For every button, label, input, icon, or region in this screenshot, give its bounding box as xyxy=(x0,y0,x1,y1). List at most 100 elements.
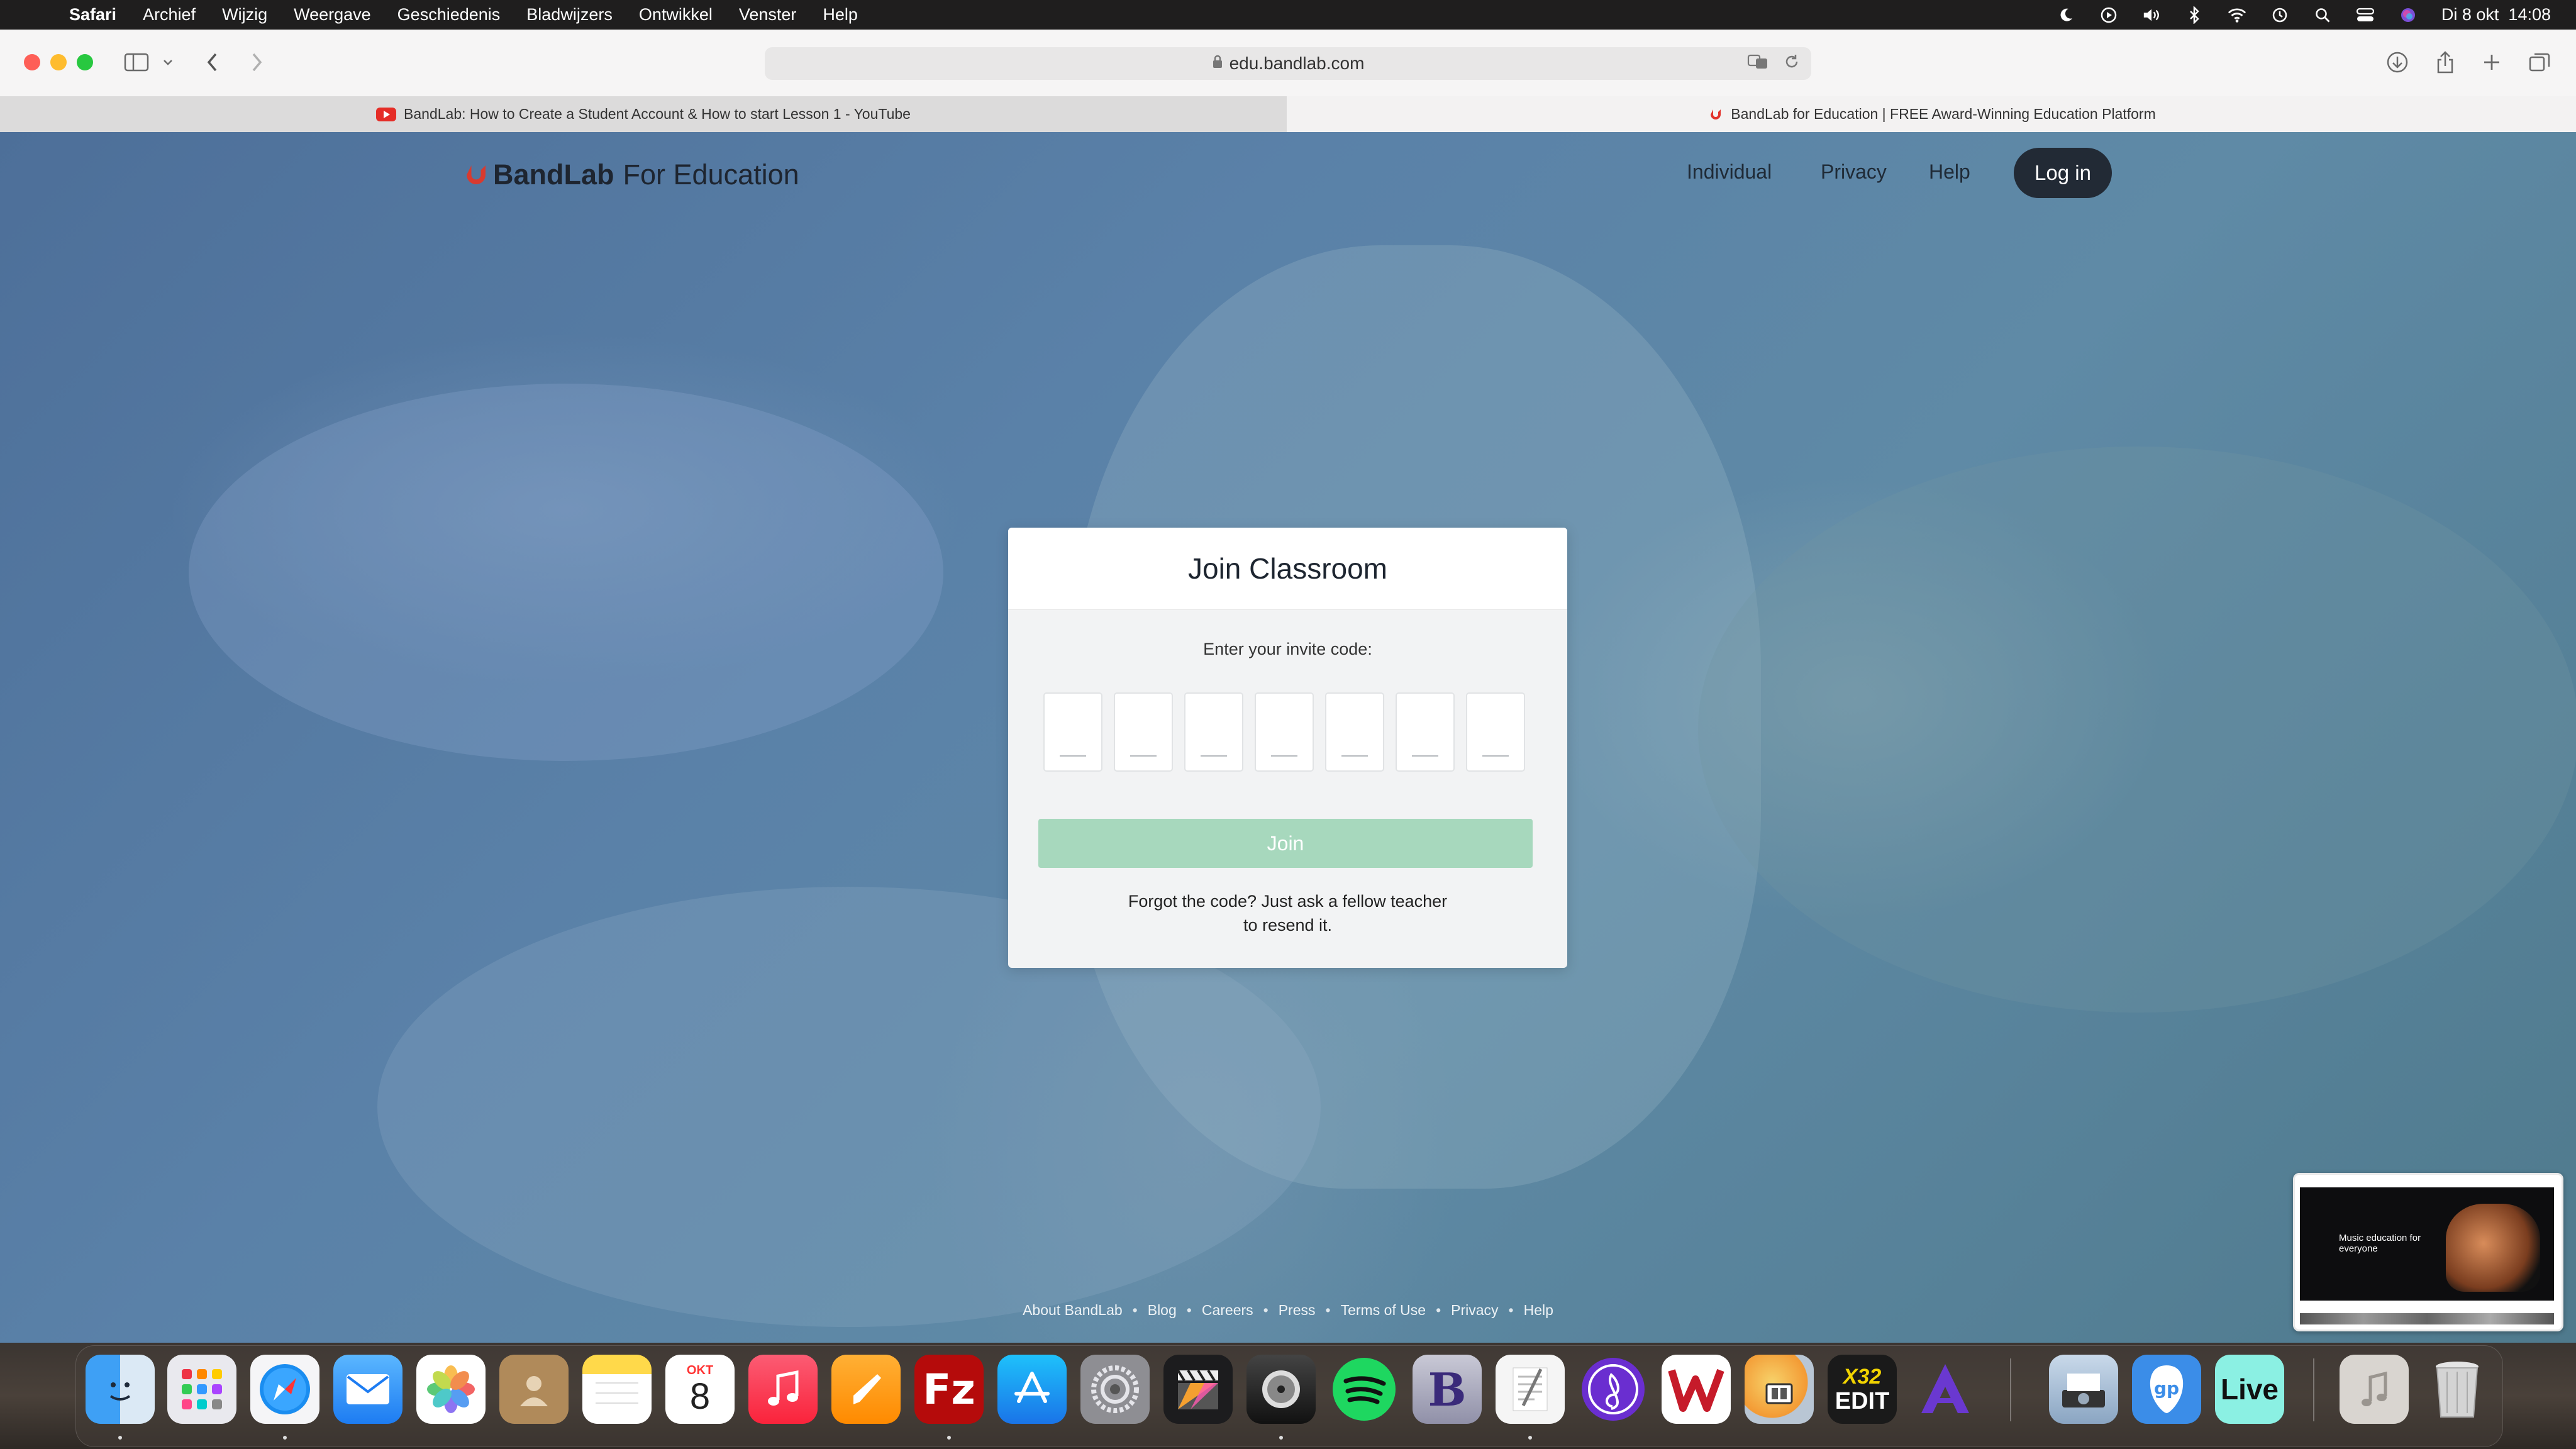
launchpad-icon[interactable] xyxy=(167,1355,236,1424)
menubar-datetime[interactable]: Di 8 okt 14:08 xyxy=(2441,5,2551,25)
focus-moon-icon[interactable] xyxy=(2057,6,2075,25)
login-button[interactable]: Log in xyxy=(2014,148,2112,198)
menu-wijzig[interactable]: Wijzig xyxy=(222,5,267,25)
preview-icon[interactable] xyxy=(1745,1355,1814,1424)
volume-icon[interactable] xyxy=(2142,6,2161,25)
final-cut-pro-icon[interactable] xyxy=(1163,1355,1233,1424)
music-icon[interactable] xyxy=(748,1355,818,1424)
filezilla-icon[interactable]: Fz xyxy=(914,1355,984,1424)
dock-separator xyxy=(2313,1358,2314,1421)
contacts-icon[interactable] xyxy=(499,1355,569,1424)
join-button[interactable]: Join xyxy=(1038,819,1533,868)
calendar-icon[interactable]: OKT 8 xyxy=(665,1355,735,1424)
invite-code-digit-2[interactable] xyxy=(1114,692,1173,772)
address-bar[interactable]: edu.bandlab.com xyxy=(765,47,1811,80)
nav-link-help[interactable]: Help xyxy=(1929,160,1970,184)
photos-icon[interactable] xyxy=(416,1355,486,1424)
guitar-pro-icon[interactable]: gp xyxy=(2132,1355,2201,1424)
browser-toolbar: edu.bandlab.com xyxy=(0,30,2576,97)
menu-help[interactable]: Help xyxy=(823,5,858,25)
page-footer: About BandLab • Blog • Careers • Press •… xyxy=(0,1302,2576,1319)
footer-link-about[interactable]: About BandLab xyxy=(1023,1302,1123,1319)
close-window-button[interactable] xyxy=(24,54,40,70)
invite-code-digit-6[interactable] xyxy=(1396,692,1455,772)
translate-icon[interactable] xyxy=(1747,53,1770,75)
trash-icon[interactable] xyxy=(2423,1355,2492,1424)
tab-overview-icon[interactable] xyxy=(2526,48,2553,76)
footer-link-terms[interactable]: Terms of Use xyxy=(1341,1302,1426,1319)
bb-edit-icon[interactable]: B xyxy=(1413,1355,1482,1424)
nav-link-privacy[interactable]: Privacy xyxy=(1821,160,1887,184)
reload-icon[interactable] xyxy=(1784,53,1800,74)
forward-chevron-icon[interactable] xyxy=(244,48,269,76)
invite-code-digit-3[interactable] xyxy=(1184,692,1243,772)
siri-icon[interactable] xyxy=(2399,6,2418,25)
wifi-icon[interactable] xyxy=(2228,6,2246,25)
logic-pro-icon[interactable] xyxy=(1246,1355,1316,1424)
tab-group-chevron-down-icon[interactable] xyxy=(158,48,177,76)
menu-weergave[interactable]: Weergave xyxy=(294,5,371,25)
tab-bandlab[interactable]: BandLab for Education | FREE Award-Winni… xyxy=(1287,96,2576,132)
tab-bandlab-title: BandLab for Education | FREE Award-Winni… xyxy=(1731,106,2156,122)
new-tab-plus-icon[interactable] xyxy=(2478,48,2506,76)
time-machine-icon[interactable] xyxy=(2270,6,2289,25)
invite-code-digit-1[interactable] xyxy=(1043,692,1102,772)
menu-archief[interactable]: Archief xyxy=(143,5,196,25)
downloads-icon[interactable] xyxy=(2384,48,2411,76)
menu-venster[interactable]: Venster xyxy=(739,5,797,25)
notes-icon[interactable] xyxy=(582,1355,652,1424)
url-text: edu.bandlab.com xyxy=(1229,53,1365,73)
invite-code-digit-7[interactable] xyxy=(1466,692,1525,772)
spotlight-search-icon[interactable] xyxy=(2313,6,2332,25)
ableton-live-icon[interactable]: Live xyxy=(2215,1355,2284,1424)
x32-edit-icon[interactable]: X32 EDIT xyxy=(1828,1355,1897,1424)
running-indicator xyxy=(118,1436,122,1440)
music-folder-icon[interactable] xyxy=(2340,1355,2409,1424)
affinity-icon[interactable] xyxy=(1911,1355,1980,1424)
logo-text-bold: BandLab xyxy=(493,158,614,191)
menu-bladwijzers[interactable]: Bladwijzers xyxy=(526,5,613,25)
tab-youtube[interactable]: BandLab: How to Create a Student Account… xyxy=(0,96,1287,132)
bandlab-favicon-icon xyxy=(1711,109,1721,119)
musescore-icon[interactable] xyxy=(1579,1355,1648,1424)
app-store-icon[interactable] xyxy=(997,1355,1067,1424)
zoom-window-button[interactable] xyxy=(77,54,93,70)
back-chevron-icon[interactable] xyxy=(200,48,225,76)
share-icon[interactable] xyxy=(2431,48,2459,76)
invite-code-digit-4[interactable] xyxy=(1255,692,1314,772)
finder-icon[interactable] xyxy=(86,1355,155,1424)
footer-separator: • xyxy=(1132,1302,1138,1318)
screenshot-thumbnail[interactable]: Music education for everyone xyxy=(2293,1173,2563,1331)
wavelab-icon[interactable] xyxy=(1662,1355,1731,1424)
footer-link-privacy[interactable]: Privacy xyxy=(1451,1302,1498,1319)
image-capture-icon[interactable] xyxy=(2049,1355,2118,1424)
x32-edit-top: X32 xyxy=(1843,1365,1882,1389)
x32-edit-label: EDIT xyxy=(1835,1388,1890,1414)
bluetooth-icon[interactable] xyxy=(2185,6,2204,25)
footer-link-careers[interactable]: Careers xyxy=(1202,1302,1253,1319)
safari-icon[interactable] xyxy=(250,1355,319,1424)
menu-safari[interactable]: Safari xyxy=(69,5,116,25)
footer-link-blog[interactable]: Blog xyxy=(1148,1302,1177,1319)
menu-geschiedenis[interactable]: Geschiedenis xyxy=(397,5,501,25)
nav-link-individual[interactable]: Individual xyxy=(1687,160,1772,184)
invite-code-digit-5[interactable] xyxy=(1325,692,1384,772)
textedit-icon[interactable] xyxy=(1496,1355,1565,1424)
dock-separator xyxy=(2010,1358,2011,1421)
pages-icon[interactable] xyxy=(831,1355,901,1424)
running-indicator xyxy=(947,1436,951,1440)
footer-link-press[interactable]: Press xyxy=(1279,1302,1316,1319)
guitar-pro-label: gp xyxy=(2154,1378,2179,1399)
control-center-icon[interactable] xyxy=(2356,6,2375,25)
now-playing-icon[interactable] xyxy=(2099,6,2118,25)
mail-icon[interactable] xyxy=(333,1355,402,1424)
sidebar-toggle-icon[interactable] xyxy=(121,48,152,76)
footer-link-help[interactable]: Help xyxy=(1524,1302,1553,1319)
menu-ontwikkel[interactable]: Ontwikkel xyxy=(639,5,713,25)
join-classroom-card: Join Classroom Enter your invite code: J… xyxy=(1008,528,1567,968)
system-settings-icon[interactable] xyxy=(1080,1355,1150,1424)
logo-text-rest: For Education xyxy=(623,158,799,191)
minimize-window-button[interactable] xyxy=(50,54,67,70)
bandlab-education-logo[interactable]: BandLab For Education xyxy=(463,157,799,192)
spotify-icon[interactable] xyxy=(1330,1355,1399,1424)
